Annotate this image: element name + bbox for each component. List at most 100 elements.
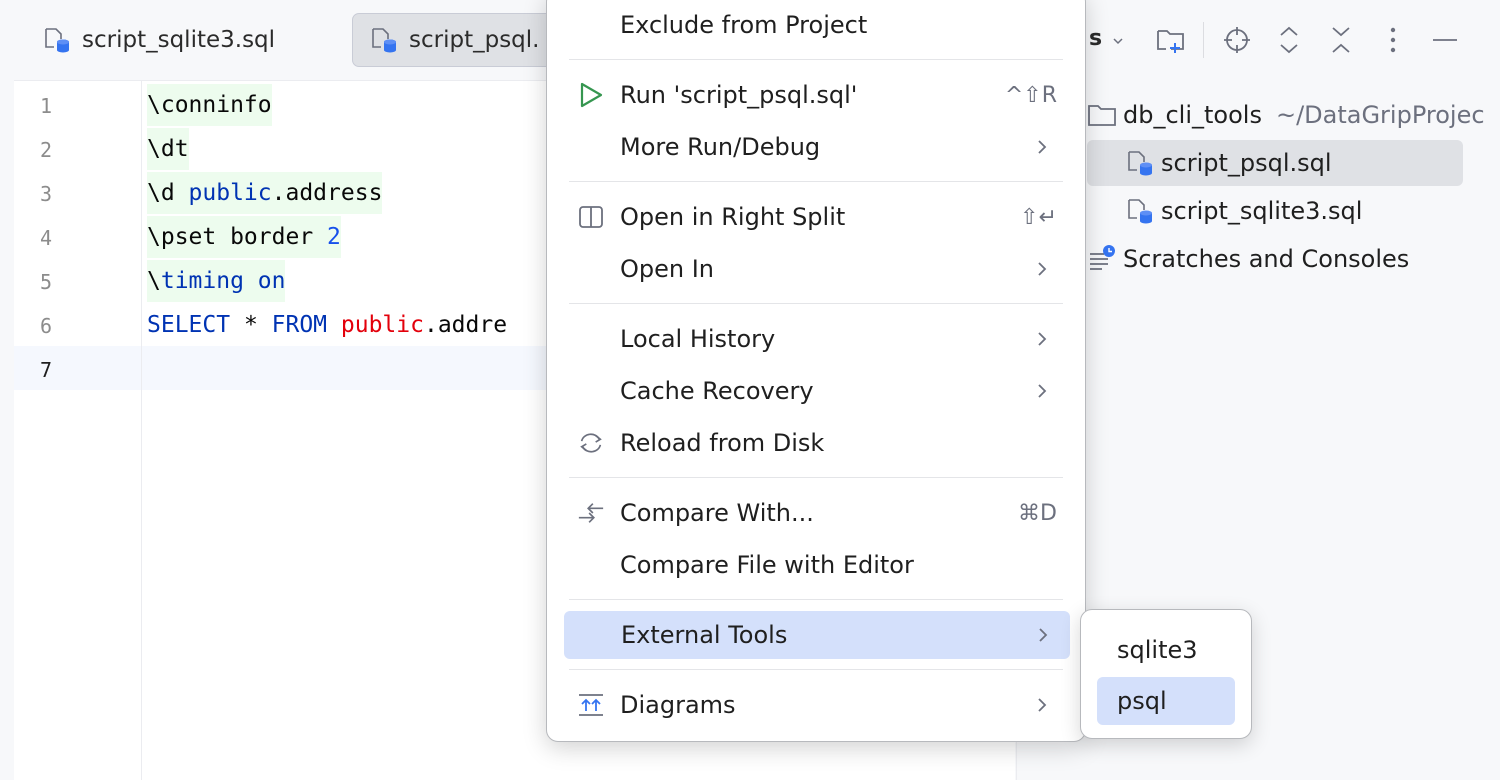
sql-file-icon [372,28,396,53]
line-number-gutter: 1 2 3 4 5 6 7 [14,80,142,780]
code-token-schema: public [188,180,272,206]
compare-icon [577,499,605,527]
menu-item-compare-with[interactable]: Compare With... ⌘D [563,489,1069,537]
menu-item-label: Exclude from Project [620,11,868,39]
menu-item-label: Local History [620,325,776,353]
split-view-icon [577,203,605,231]
chevron-down-icon[interactable] [1113,36,1123,46]
menu-item-shortcut: ⌘D [1018,500,1057,526]
menu-item-label: Cache Recovery [620,377,814,405]
tree-item-script-sqlite3[interactable]: script_sqlite3.sql [1087,188,1362,234]
menu-separator [569,59,1063,60]
menu-item-exclude-from-project[interactable]: Exclude from Project [563,1,1069,49]
code-token-keyword: SELECT [147,312,231,338]
tab-label: script_psql. [409,27,540,53]
chevron-right-icon [1038,140,1047,154]
locate-icon[interactable] [1219,22,1255,58]
menu-item-compare-file-with-editor[interactable]: Compare File with Editor [563,541,1069,589]
code-token: \pset border [147,224,328,250]
line-number: 6 [40,314,53,338]
menu-item-local-history[interactable]: Local History [563,315,1069,363]
menu-separator [569,599,1063,600]
code-line-3[interactable]: \d public.address [147,172,383,214]
menu-item-label: Run 'script_psql.sql' [620,81,858,109]
code-token: \conninfo [147,92,272,118]
tree-item-script-psql[interactable]: script_psql.sql [1087,140,1463,186]
code-line-1[interactable]: \conninfo [147,84,272,126]
menu-item-shortcut: ⇧↵ [1020,204,1057,230]
tab-label: script_sqlite3.sql [82,27,276,53]
line-number-current: 7 [40,358,53,382]
menu-item-reload-from-disk[interactable]: Reload from Disk [563,419,1069,467]
line-number: 3 [40,182,53,206]
menu-item-label: Open in Right Split [620,203,846,231]
context-menu: Exclude from Project Run 'script_psql.sq… [546,0,1086,742]
chevron-right-icon [1038,384,1047,398]
code-token: .addre [423,312,508,338]
menu-item-cache-recovery[interactable]: Cache Recovery [563,367,1069,415]
tree-item-label: db_cli_tools [1123,101,1262,129]
menu-item-label: External Tools [621,621,788,649]
tree-item-scratches[interactable]: Scratches and Consoles [1087,236,1409,282]
run-icon [577,81,605,109]
code-token: \dt [147,136,189,162]
menu-item-label: Reload from Disk [620,429,825,457]
code-line-2[interactable]: \dt [147,128,189,170]
chevron-right-icon [1039,628,1048,642]
collapse-all-icon[interactable] [1323,22,1359,58]
menu-item-label: Open In [620,255,715,283]
menu-item-external-tools[interactable]: External Tools [564,611,1070,659]
sql-file-icon [45,28,69,53]
sql-file-icon [1128,151,1152,176]
reload-icon [577,429,605,457]
tree-item-label: script_psql.sql [1161,149,1332,177]
code-line-5[interactable]: \timing on [147,260,286,302]
menu-item-more-run-debug[interactable]: More Run/Debug [563,123,1069,171]
menu-item-label: Compare File with Editor [620,551,914,579]
expand-all-icon[interactable] [1271,22,1307,58]
menu-separator [569,477,1063,478]
menu-separator [569,181,1063,182]
code-token: * [230,312,272,338]
tree-item-label: Scratches and Consoles [1123,245,1410,273]
menu-item-shortcut: ^⇧R [1004,82,1057,108]
code-token-number: 2 [327,224,341,250]
external-tools-submenu: sqlite3 psql [1080,609,1252,739]
submenu-item-label: sqlite3 [1117,636,1198,664]
line-number: 1 [40,94,53,118]
folder-icon [1088,105,1116,126]
new-directory-icon[interactable] [1153,22,1189,58]
submenu-item-psql[interactable]: psql [1097,677,1235,725]
code-token-keyword: timing on [160,268,286,294]
menu-item-label: Compare With... [620,499,814,527]
code-line-4[interactable]: \pset border 2 [147,216,341,258]
tab-script-sqlite3[interactable]: script_sqlite3.sql [42,13,275,67]
line-number: 5 [40,270,53,294]
code-token: \d [147,180,189,206]
chevron-right-icon [1038,698,1047,712]
menu-item-open-in[interactable]: Open In [563,245,1069,293]
menu-separator [569,303,1063,304]
toolbar-separator [1203,22,1204,58]
tab-script-psql[interactable]: script_psql. [352,13,572,67]
code-line-6[interactable]: SELECT * FROM public.addre [147,304,507,346]
submenu-item-sqlite3[interactable]: sqlite3 [1097,626,1235,674]
project-panel-title[interactable]: s [1089,26,1102,51]
menu-item-run[interactable]: Run 'script_psql.sql' ^⇧R [563,71,1069,119]
tree-item-path: ~/DataGripProjec [1275,101,1485,129]
more-options-icon[interactable] [1375,22,1411,58]
menu-item-open-in-right-split[interactable]: Open in Right Split ⇧↵ [563,193,1069,241]
menu-item-label: More Run/Debug [620,133,821,161]
tree-item-root[interactable]: db_cli_tools ~/DataGripProjec [1087,92,1485,138]
code-token-schema: public [340,312,424,338]
chevron-right-icon [1038,332,1047,346]
line-number: 2 [40,138,53,162]
menu-separator [569,669,1063,670]
line-number: 4 [40,226,53,250]
diagram-icon [577,691,605,719]
tree-item-label: script_sqlite3.sql [1161,197,1363,225]
menu-item-diagrams[interactable]: Diagrams [563,681,1069,729]
hide-panel-icon[interactable] [1427,22,1463,58]
scratches-icon [1090,245,1115,270]
